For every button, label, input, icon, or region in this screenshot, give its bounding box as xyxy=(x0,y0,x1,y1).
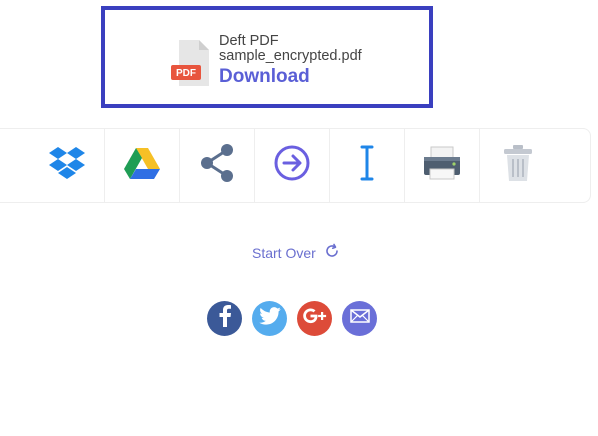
action-toolbar xyxy=(0,128,591,203)
pdf-badge-label: PDF xyxy=(176,68,196,79)
file-name: sample_encrypted.pdf xyxy=(219,48,362,64)
file-info: Deft PDF sample_encrypted.pdf Download xyxy=(219,34,362,89)
download-link[interactable]: Download xyxy=(219,65,362,89)
download-card: PDF Deft PDF sample_encrypted.pdf Downlo… xyxy=(101,6,433,108)
print-button[interactable] xyxy=(405,129,480,202)
start-over-label: Start Over xyxy=(252,245,316,261)
arrow-right-circle-icon xyxy=(273,144,311,187)
google-drive-button[interactable] xyxy=(105,129,180,202)
pdf-file-icon: PDF xyxy=(171,40,211,86)
text-cursor-icon xyxy=(359,144,375,187)
refresh-icon xyxy=(324,243,340,264)
trash-icon xyxy=(502,144,534,187)
email-button[interactable] xyxy=(342,301,377,336)
share-button[interactable] xyxy=(180,129,255,202)
delete-button[interactable] xyxy=(480,129,555,202)
printer-icon xyxy=(422,145,462,186)
google-plus-button[interactable] xyxy=(297,301,332,336)
dropbox-icon xyxy=(48,146,86,185)
google-plus-icon xyxy=(302,308,327,329)
share-icon xyxy=(199,144,235,187)
continue-button[interactable] xyxy=(255,129,330,202)
start-over-button[interactable]: Start Over xyxy=(252,243,340,264)
mail-icon xyxy=(349,309,370,328)
google-drive-icon xyxy=(123,147,161,185)
twitter-button[interactable] xyxy=(252,301,287,336)
edit-text-button[interactable] xyxy=(330,129,405,202)
dropbox-button[interactable] xyxy=(0,129,105,202)
social-share-row xyxy=(207,301,377,336)
twitter-icon xyxy=(258,307,281,330)
app-name: Deft PDF xyxy=(219,33,279,49)
facebook-icon xyxy=(218,305,232,332)
facebook-button[interactable] xyxy=(207,301,242,336)
